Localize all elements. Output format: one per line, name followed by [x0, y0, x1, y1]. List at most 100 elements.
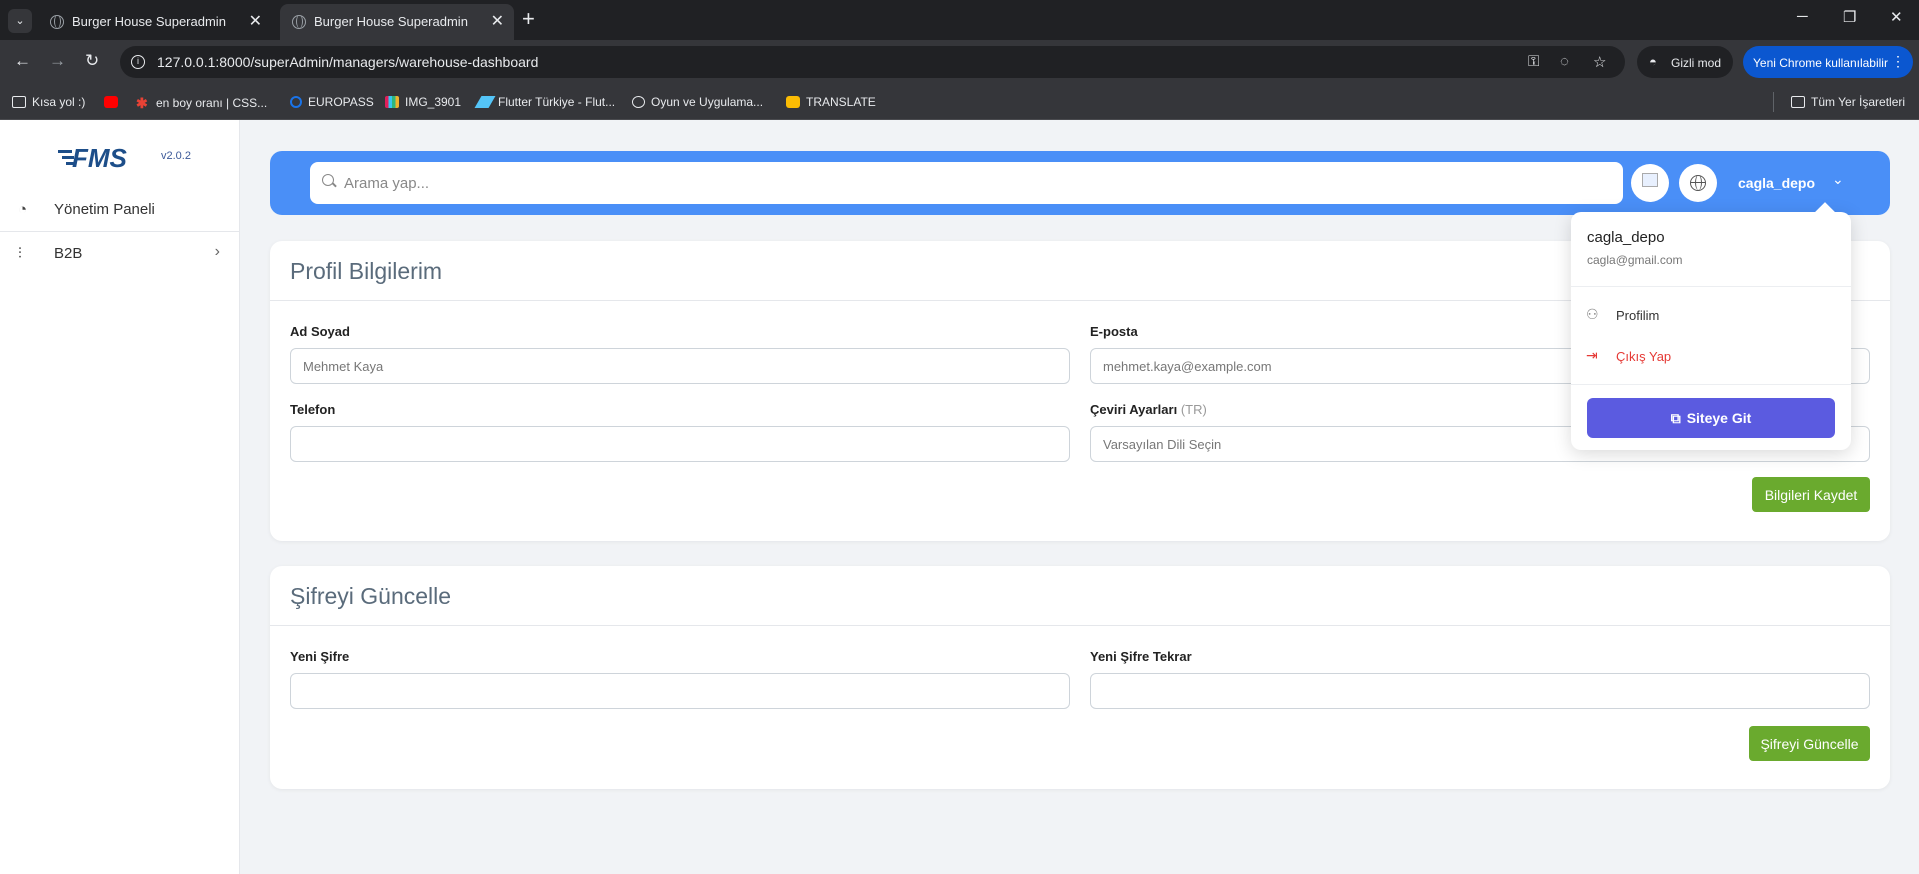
more-vert-icon[interactable]: ⋮: [1891, 53, 1905, 70]
translate-icon: [786, 96, 800, 108]
bookmark-item[interactable]: ✱ en boy oranı | CSS...: [136, 95, 268, 111]
logout-menu-item[interactable]: ⇥ Çıkış Yap: [1571, 341, 1851, 371]
password-card: Şifreyi Güncelle Yeni Şifre Yeni Şifre T…: [270, 566, 1890, 789]
fullname-label: Ad Soyad: [290, 324, 350, 339]
version-label: v2.0.2: [161, 150, 191, 162]
browser-tab[interactable]: Burger House Superadmin ✕: [38, 4, 272, 40]
new-password-repeat-input[interactable]: [1090, 673, 1870, 709]
tab-title: Burger House Superadmin: [72, 14, 226, 29]
new-tab-button[interactable]: +: [522, 6, 535, 32]
browser-tab-active[interactable]: Burger House Superadmin ✕: [280, 4, 514, 40]
divider: [1571, 384, 1851, 385]
all-bookmarks[interactable]: Tüm Yer İşaretleri: [1791, 95, 1905, 109]
browser-tab-bar: ⌄ Burger House Superadmin ✕ Burger House…: [0, 0, 1919, 40]
forward-icon[interactable]: →: [49, 51, 66, 71]
close-icon[interactable]: ✕: [249, 11, 262, 31]
bookmarks-divider: [1773, 92, 1774, 112]
bookmark-label: Kısa yol :): [32, 95, 86, 109]
user-menu-toggle[interactable]: cagla_depo: [1738, 175, 1815, 191]
chrome-update-label: Yeni Chrome kullanılabilir: [1753, 56, 1888, 70]
language-flag-button[interactable]: [1631, 164, 1669, 202]
bookmark-label: Flutter Türkiye - Flut...: [498, 95, 616, 109]
profile-menu-label: Profilim: [1616, 308, 1660, 323]
youtube-icon: [104, 96, 118, 108]
sliders-icon: ⫶: [18, 245, 22, 262]
eye-off-icon[interactable]: ◌: [1560, 53, 1569, 70]
tab-search-button[interactable]: ⌄: [8, 9, 32, 33]
bookmark-item[interactable]: EUROPASS: [290, 95, 374, 109]
bookmark-item[interactable]: [104, 95, 124, 109]
update-password-button[interactable]: Şifreyi Güncelle: [1749, 726, 1870, 761]
translation-hint: (TR): [1180, 402, 1207, 417]
bookmark-label: TRANSLATE: [806, 95, 876, 109]
divider: [1571, 286, 1851, 287]
globe-icon: [292, 15, 306, 29]
back-icon[interactable]: ←: [14, 51, 31, 71]
save-profile-button[interactable]: Bilgileri Kaydet: [1752, 477, 1870, 512]
user-name: cagla_depo: [1587, 229, 1665, 246]
minimize-icon[interactable]: ─: [1797, 8, 1808, 25]
profile-menu-item[interactable]: ⚇ Profilim: [1571, 300, 1851, 330]
divider: [270, 625, 1890, 626]
search-box[interactable]: [310, 162, 1623, 204]
sidebar-item-b2b[interactable]: ⫶ B2B ›: [0, 232, 240, 276]
broken-image-icon: [1642, 173, 1658, 187]
close-icon[interactable]: ✕: [491, 11, 504, 31]
globe-icon: [50, 15, 64, 29]
url-text: 127.0.0.1:8000/superAdmin/managers/wareh…: [157, 54, 539, 70]
bookmark-item[interactable]: TRANSLATE: [786, 95, 876, 109]
language-button[interactable]: [1679, 164, 1717, 202]
fms-logo[interactable]: FMS: [58, 142, 158, 172]
sidebar-item-dashboard[interactable]: ◔ Yönetim Paneli: [0, 188, 240, 232]
card-title: Profil Bilgilerim: [290, 258, 443, 284]
sidebar-item-label: B2B: [54, 245, 83, 262]
card-title: Şifreyi Güncelle: [290, 583, 452, 609]
phone-input[interactable]: [290, 426, 1070, 462]
bookmark-item[interactable]: IMG_3901: [385, 95, 461, 109]
search-icon: [322, 174, 334, 186]
chevron-down-icon[interactable]: ⌄: [1832, 171, 1844, 188]
sidebar-item-label: Yönetim Paneli: [54, 201, 155, 218]
bookmark-item[interactable]: Flutter Türkiye - Flut...: [474, 95, 616, 109]
go-to-site-label: Siteye Git: [1686, 409, 1752, 426]
globe-icon: [632, 96, 645, 108]
bookmark-label: en boy oranı | CSS...: [156, 96, 268, 110]
new-password-repeat-label: Yeni Şifre Tekrar: [1090, 649, 1192, 664]
translation-label: Çeviri Ayarları (TR): [1090, 402, 1207, 417]
incognito-label: Gizli mod: [1671, 56, 1722, 70]
new-password-input[interactable]: [290, 673, 1070, 709]
key-icon[interactable]: ⚿: [1528, 53, 1539, 70]
bookmark-label: EUROPASS: [308, 95, 374, 109]
site-info-icon[interactable]: i: [131, 55, 145, 69]
search-input[interactable]: [344, 162, 1614, 204]
bookmark-item[interactable]: Oyun ve Uygulama...: [632, 95, 763, 109]
restore-icon[interactable]: ❐: [1843, 8, 1856, 26]
address-bar[interactable]: i 127.0.0.1:8000/superAdmin/managers/war…: [120, 46, 1625, 78]
bookmark-label: Tüm Yer İşaretleri: [1811, 95, 1906, 109]
phone-label: Telefon: [290, 402, 336, 417]
new-password-label: Yeni Şifre: [290, 649, 350, 664]
bookmark-item[interactable]: Kısa yol :): [12, 95, 85, 109]
logout-icon: ⇥: [1586, 347, 1598, 363]
reload-icon[interactable]: ↻: [85, 51, 99, 71]
folder-icon: [12, 96, 26, 108]
bookmarks-bar: Kısa yol :) ✱ en boy oranı | CSS... EUROP…: [0, 84, 1919, 120]
bookmark-label: Oyun ve Uygulama...: [651, 95, 764, 109]
fullname-input[interactable]: [290, 348, 1070, 384]
user-email: cagla@gmail.com: [1587, 253, 1683, 267]
translation-label-text: Çeviri Ayarları: [1090, 402, 1178, 417]
logout-menu-label: Çıkış Yap: [1616, 349, 1672, 364]
star-icon[interactable]: ☆: [1593, 53, 1606, 71]
user-icon: ⚇: [1586, 306, 1599, 322]
go-to-site-button[interactable]: ⧉ Siteye Git: [1587, 398, 1835, 438]
window-close-icon[interactable]: ✕: [1890, 8, 1903, 26]
sidebar: FMS v2.0.2 ◔ Yönetim Paneli ⫶ B2B ›: [0, 120, 240, 874]
chevron-right-icon: ›: [214, 243, 220, 260]
incognito-icon: ◓: [1649, 54, 1657, 69]
chrome-update-button[interactable]: Yeni Chrome kullanılabilir ⋮: [1743, 46, 1913, 78]
europass-icon: [290, 96, 302, 108]
folder-icon: [1791, 96, 1805, 108]
bookmark-label: IMG_3901: [405, 95, 462, 109]
pie-chart-icon: ◔: [18, 201, 28, 218]
incognito-indicator[interactable]: ◓ Gizli mod: [1637, 46, 1733, 78]
